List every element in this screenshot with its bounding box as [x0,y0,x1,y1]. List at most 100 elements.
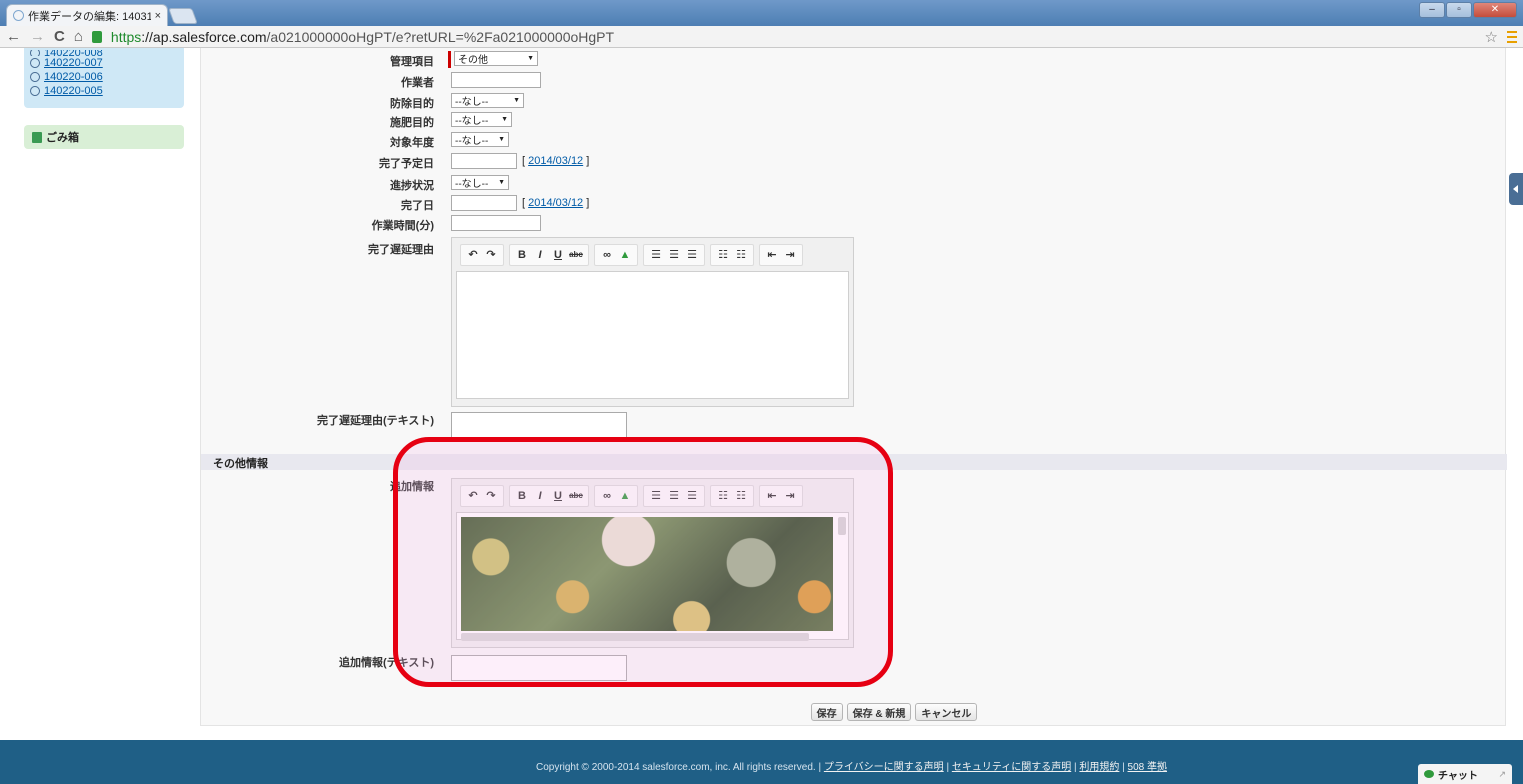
record-icon [28,84,42,98]
security-link[interactable]: セキュリティに関する声明 [952,762,1071,773]
recent-item-link[interactable]: 140220-008 [44,50,103,56]
undo-icon[interactable]: ↶ [465,247,481,263]
recent-item-link[interactable]: 140220-007 [44,57,103,69]
jikan-input[interactable] [451,215,541,231]
numbered-list-icon[interactable]: ☷ [733,247,749,263]
recent-item-link[interactable]: 140220-005 [44,85,103,97]
new-tab-button[interactable] [168,8,198,24]
bullet-list-icon[interactable]: ☷ [715,247,731,263]
redo-icon[interactable]: ↷ [483,488,499,504]
recent-item[interactable]: 140220-007 [28,56,178,70]
trash-icon [32,131,42,143]
url-field[interactable]: https://ap.salesforce.com/a021000000oHgP… [111,29,1476,45]
bojo-select[interactable]: --なし-- ▼ [451,93,524,108]
redo-icon[interactable]: ↷ [483,247,499,263]
browser-menu-icon[interactable] [1507,30,1517,43]
sehi-select[interactable]: --なし-- ▼ [451,112,512,127]
outdent-icon[interactable]: ⇤ [764,488,780,504]
numbered-list-icon[interactable]: ☷ [733,488,749,504]
section-header-other-info: その他情報 [201,454,1507,470]
kanryo-yotei-date-link[interactable]: 2014/03/12 [528,155,583,167]
align-left-icon[interactable]: ☰ [648,247,664,263]
sidebar-collapse-toggle[interactable] [1509,173,1523,205]
browser-tab[interactable]: 作業データの編集: 14031 × [6,4,168,26]
undo-icon[interactable]: ↶ [465,488,481,504]
italic-icon[interactable]: I [532,488,548,504]
citrus-photo-image [461,517,833,631]
nendo-select[interactable]: --なし-- ▼ [451,132,509,147]
today-date-link[interactable]: [ 2014/03/12 ] [522,155,589,167]
tsuika-editor-body[interactable] [456,512,849,641]
vertical-scrollbar[interactable] [838,517,846,535]
cancel-button[interactable]: キャンセル [915,703,978,721]
field-label: 完了遅延理由 [368,244,434,256]
field-label: 施肥目的 [390,117,434,129]
shinchoku-select[interactable]: --なし-- ▼ [451,175,509,190]
field-row-tsuika-text: 追加情報(テキスト) [201,652,1507,670]
field-label: 進捗状況 [390,180,434,192]
kanryobi-date-link[interactable]: 2014/03/12 [528,197,583,209]
kanri-select[interactable]: その他 ▼ [454,51,538,66]
underline-icon[interactable]: U [550,247,566,263]
record-icon [28,70,42,84]
recent-item[interactable]: 140220-006 [28,70,178,84]
toolbar-group-list: ☷ ☷ [710,244,754,266]
recent-item-link[interactable]: 140220-006 [44,71,103,83]
save-and-new-button[interactable]: 保存 & 新規 [846,703,912,721]
bullet-list-icon[interactable]: ☷ [715,488,731,504]
link-icon[interactable]: ∞ [599,488,615,504]
chien-riyu-textarea[interactable] [451,412,627,438]
field-row-kanri: 管理項目 その他 ▼ [201,51,1507,69]
edit-form: 管理項目 その他 ▼ 作業者 防除目的 --なし-- ▼ 施肥目的 --なし-- ▼ … [200,48,1507,726]
align-right-icon[interactable]: ☰ [684,488,700,504]
rte-toolbar: ↶ ↷ B I U abc ∞ ▲ ☰ ☰ ☰ ☷ ☷ ⇤ ⇥ [456,483,849,509]
privacy-link[interactable]: プライバシーに関する声明 [824,762,944,773]
sagyosha-input[interactable] [451,72,541,88]
indent-icon[interactable]: ⇥ [782,488,798,504]
home-icon[interactable]: ⌂ [74,26,83,48]
reload-icon[interactable]: C [54,26,65,48]
today-date-link[interactable]: [ 2014/03/12 ] [522,197,589,209]
back-icon[interactable]: ← [6,26,21,48]
bold-icon[interactable]: B [514,488,530,504]
recycle-bin-link[interactable]: ごみ箱 [24,125,184,149]
toolbar-group-history: ↶ ↷ [460,244,504,266]
strikethrough-icon[interactable]: abc [568,247,584,263]
image-icon[interactable]: ▲ [617,247,633,263]
close-window-button[interactable]: ✕ [1473,2,1517,18]
terms-link[interactable]: 利用規約 [1079,762,1119,773]
minimize-button[interactable]: – [1419,2,1445,18]
link-icon[interactable]: ∞ [599,247,615,263]
expand-icon[interactable]: ↗ [1498,769,1506,780]
kanryobi-input[interactable] [451,195,517,211]
italic-icon[interactable]: I [532,247,548,263]
indent-icon[interactable]: ⇥ [782,247,798,263]
tab-close-icon[interactable]: × [155,10,161,22]
save-button[interactable]: 保存 [810,703,843,721]
chevron-down-icon: ▼ [513,97,520,104]
bold-icon[interactable]: B [514,247,530,263]
tsuika-textarea[interactable] [451,655,627,681]
align-right-icon[interactable]: ☰ [684,247,700,263]
maximize-button[interactable]: ▫ [1446,2,1472,18]
align-center-icon[interactable]: ☰ [666,488,682,504]
footer: Copyright © 2000-2014 salesforce.com, in… [0,740,1523,784]
align-left-icon[interactable]: ☰ [648,488,664,504]
chat-widget[interactable]: チャット ↗ [1418,764,1512,784]
field-label: 対象年度 [390,137,434,149]
horizontal-scrollbar[interactable] [461,633,809,641]
bookmark-star-icon[interactable]: ☆ [1485,28,1498,46]
align-center-icon[interactable]: ☰ [666,247,682,263]
chien-riyu-editor-body[interactable] [456,271,849,399]
outdent-icon[interactable]: ⇤ [764,247,780,263]
recent-item[interactable]: 140220-005 [28,84,178,98]
underline-icon[interactable]: U [550,488,566,504]
page-favicon-icon [13,10,24,21]
image-icon[interactable]: ▲ [617,488,633,504]
field-row-chien-riyu: 完了遅延理由 [201,239,1507,257]
kanryo-yotei-input[interactable] [451,153,517,169]
forward-icon[interactable]: → [30,26,45,48]
kanryobi-field: [ 2014/03/12 ] [451,195,589,211]
strikethrough-icon[interactable]: abc [568,488,584,504]
accessibility-link[interactable]: 508 準拠 [1128,762,1167,773]
